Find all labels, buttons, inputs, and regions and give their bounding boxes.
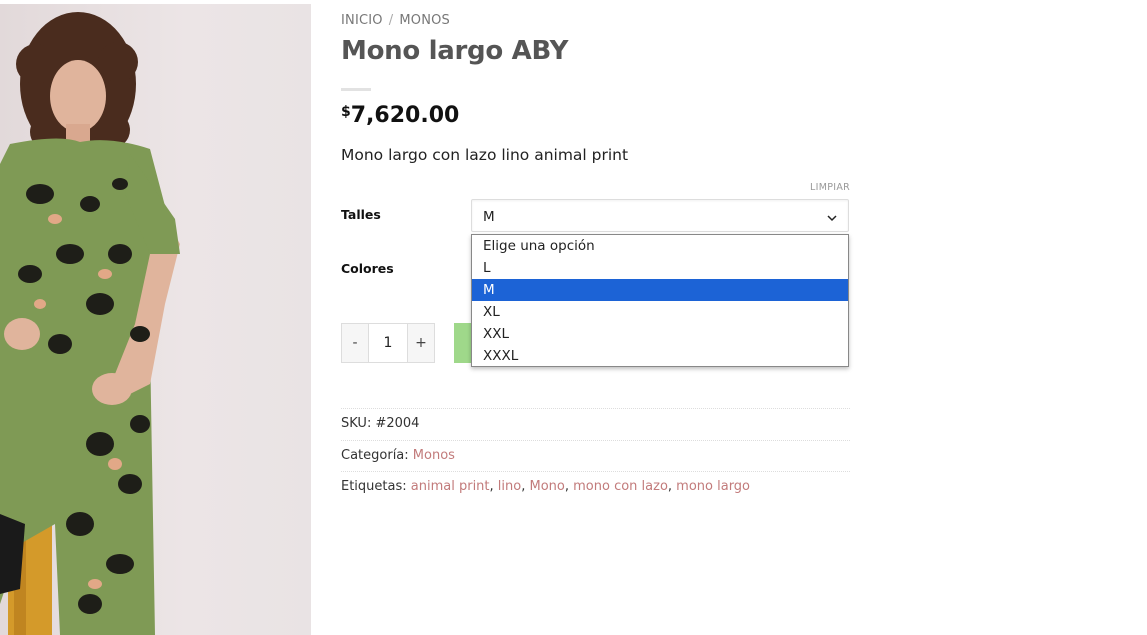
size-option[interactable]: L (472, 257, 848, 279)
product-image[interactable] (0, 4, 311, 635)
currency-symbol: $ (341, 104, 351, 120)
sku-value: #2004 (375, 416, 420, 431)
sku-label: SKU: (341, 416, 372, 431)
tag-link[interactable]: mono largo (676, 479, 750, 494)
meta-divider (341, 408, 850, 409)
breadcrumb-home-link[interactable]: INICIO (341, 13, 383, 28)
size-option[interactable]: XL (472, 301, 848, 323)
size-select[interactable]: M (471, 199, 849, 232)
size-option[interactable]: XXL (472, 323, 848, 345)
sizes-label: Talles (341, 207, 381, 222)
category-link[interactable]: Monos (413, 448, 455, 463)
colors-label: Colores (341, 261, 394, 276)
price-amount: 7,620.00 (350, 103, 460, 128)
sku-row: SKU: #2004 (341, 416, 419, 431)
category-label: Categoría: (341, 448, 409, 463)
size-option-highlighted[interactable]: M (472, 279, 848, 301)
quantity-stepper: - 1 + (341, 323, 435, 363)
quantity-input[interactable]: 1 (369, 323, 407, 363)
tag-link[interactable]: mono con lazo (573, 479, 668, 494)
size-option[interactable]: XXXL (472, 345, 848, 367)
product-price: $7,620.00 (341, 103, 459, 128)
tag-link[interactable]: lino (498, 479, 521, 494)
product-photo-illustration (0, 12, 180, 635)
quantity-minus-button[interactable]: - (341, 323, 369, 363)
quantity-plus-button[interactable]: + (407, 323, 435, 363)
size-options-list: Elige una opción L M XL XXL XXXL (471, 234, 849, 367)
breadcrumb-category-link[interactable]: MONOS (399, 13, 450, 28)
product-title: Mono largo ABY (341, 36, 569, 66)
size-select-value: M (483, 209, 495, 225)
title-divider (341, 88, 371, 91)
product-short-description: Mono largo con lazo lino animal print (341, 146, 629, 164)
size-option[interactable]: Elige una opción (472, 235, 848, 257)
meta-divider (341, 471, 850, 472)
clear-selection-link[interactable]: LIMPIAR (810, 182, 850, 193)
chevron-down-icon (826, 209, 838, 228)
tags-row: Etiquetas: animal print, lino, Mono, mon… (341, 479, 751, 494)
tag-link[interactable]: Mono (529, 479, 564, 494)
breadcrumb: INICIO / MONOS (341, 13, 450, 28)
category-row: Categoría: Monos (341, 448, 455, 463)
tag-link[interactable]: animal print (411, 479, 490, 494)
tags-label: Etiquetas: (341, 479, 407, 494)
meta-divider (341, 440, 850, 441)
breadcrumb-separator: / (388, 13, 394, 28)
